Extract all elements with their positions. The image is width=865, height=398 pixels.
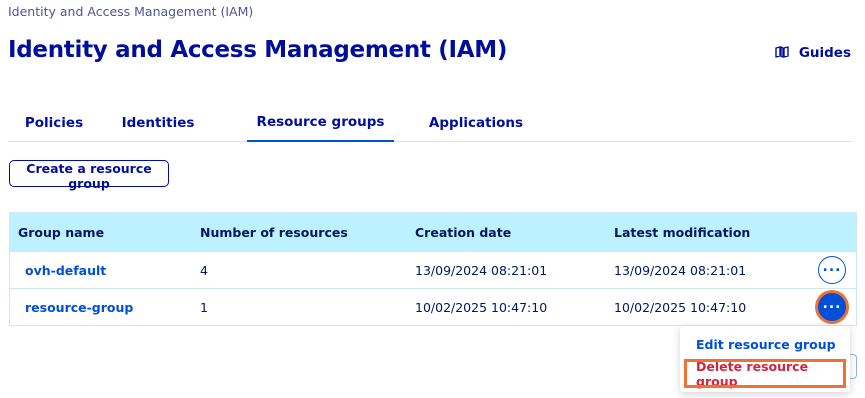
column-header-group-name[interactable]: Group name <box>18 213 104 251</box>
row-action-menu: Edit resource group Delete resource grou… <box>680 326 850 392</box>
row-actions-button[interactable]: ... <box>818 256 846 284</box>
column-header-creation-date[interactable]: Creation date <box>415 213 511 251</box>
more-dots-icon: ... <box>822 296 842 312</box>
latest-modification: 13/09/2024 08:21:01 <box>614 262 747 278</box>
column-header-latest-modification[interactable]: Latest modification <box>614 213 750 251</box>
tab-bar: Policies Identities Resource groups Appl… <box>8 104 853 142</box>
resource-groups-table: Group name Number of resources Creation … <box>9 212 857 326</box>
guides-label: Guides <box>798 44 851 61</box>
row-actions-button[interactable]: ... <box>818 293 846 321</box>
column-header-number-of-resources[interactable]: Number of resources <box>200 213 348 251</box>
edit-resource-group-menu-item[interactable]: Edit resource group <box>680 330 850 359</box>
table-row: ovh-default 4 13/09/2024 08:21:01 13/09/… <box>10 251 856 288</box>
breadcrumb: Identity and Access Management (IAM) <box>8 4 254 19</box>
creation-date: 10/02/2025 10:47:10 <box>415 299 548 315</box>
latest-modification: 10/02/2025 10:47:10 <box>614 299 747 315</box>
more-dots-icon: ... <box>822 259 842 275</box>
guides-button[interactable]: Guides <box>775 43 851 62</box>
creation-date: 13/09/2024 08:21:01 <box>415 262 548 278</box>
tab-resource-groups[interactable]: Resource groups <box>247 104 394 142</box>
table-row: resource-group 1 10/02/2025 10:47:10 10/… <box>10 288 856 325</box>
page-title: Identity and Access Management (IAM) <box>8 37 508 63</box>
delete-resource-group-menu-item[interactable]: Delete resource group <box>684 359 846 389</box>
group-name-link[interactable]: ovh-default <box>25 252 106 288</box>
tab-applications[interactable]: Applications <box>418 104 534 142</box>
group-name-link[interactable]: resource-group <box>25 289 133 325</box>
resource-count: 4 <box>200 262 208 278</box>
tab-policies[interactable]: Policies <box>8 104 100 142</box>
resource-count: 1 <box>200 299 208 315</box>
table-header: Group name Number of resources Creation … <box>10 213 856 251</box>
create-resource-group-button[interactable]: Create a resource group <box>9 160 169 191</box>
book-icon <box>775 43 789 62</box>
tab-identities[interactable]: Identities <box>119 104 197 142</box>
